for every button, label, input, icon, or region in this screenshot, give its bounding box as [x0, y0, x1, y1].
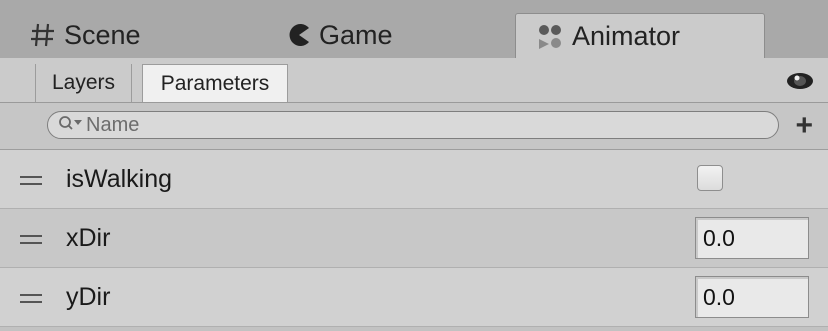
- drag-handle-icon[interactable]: [20, 174, 42, 192]
- tab-layers[interactable]: Layers: [35, 64, 132, 102]
- tab-game-label: Game: [319, 19, 393, 50]
- ydir-value-field[interactable]: 0.0: [695, 276, 809, 318]
- tab-animator-label: Animator: [572, 21, 681, 51]
- iswalking-checkbox[interactable]: [697, 165, 723, 191]
- tab-game[interactable]: Game: [287, 12, 393, 58]
- parameter-name[interactable]: xDir: [66, 224, 110, 253]
- tab-parameters-label: Parameters: [160, 71, 270, 95]
- animator-icon: [536, 23, 564, 51]
- search-row: +: [0, 103, 828, 150]
- parameter-row-xdir: xDir 0.0: [0, 209, 828, 268]
- xdir-value-field[interactable]: 0.0: [695, 217, 809, 259]
- tab-scene[interactable]: Scene: [30, 12, 141, 58]
- animator-toolbar: Layers Parameters: [0, 58, 828, 103]
- tab-parameters[interactable]: Parameters: [142, 64, 288, 102]
- plus-icon[interactable]: +: [795, 111, 813, 141]
- tab-layers-label: Layers: [51, 71, 116, 94]
- parameter-row-ydir: yDir 0.0: [0, 268, 828, 327]
- search-field[interactable]: [47, 111, 779, 139]
- search-input[interactable]: [84, 113, 726, 137]
- drag-handle-icon[interactable]: [20, 233, 42, 251]
- parameter-name[interactable]: isWalking: [66, 165, 172, 194]
- eye-icon[interactable]: [786, 72, 814, 95]
- tab-scene-label: Scene: [64, 19, 141, 50]
- window-tab-bar: Scene Game Animator: [0, 0, 828, 59]
- parameter-name[interactable]: yDir: [66, 283, 110, 312]
- tab-animator[interactable]: Animator: [515, 13, 765, 59]
- parameter-row-iswalking: isWalking: [0, 150, 828, 209]
- pacman-icon: [287, 23, 311, 47]
- search-dropdown-icon[interactable]: [58, 114, 84, 137]
- parameter-list: isWalking xDir 0.0 yDir 0.0: [0, 150, 828, 327]
- grid-icon: [30, 22, 56, 48]
- drag-handle-icon[interactable]: [20, 292, 42, 310]
